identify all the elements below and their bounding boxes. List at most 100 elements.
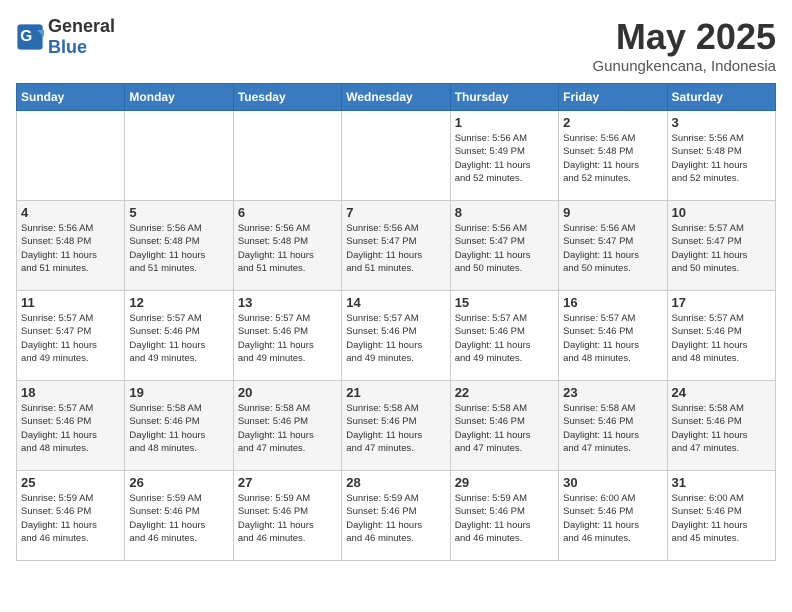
day-number: 30 [563,475,662,490]
day-info: Sunrise: 5:57 AM Sunset: 5:46 PM Dayligh… [346,312,445,365]
day-number: 26 [129,475,228,490]
location-title: Gunungkencana, Indonesia [593,58,776,75]
day-number: 17 [672,295,771,310]
day-info: Sunrise: 5:56 AM Sunset: 5:47 PM Dayligh… [455,222,554,275]
day-number: 10 [672,205,771,220]
day-info: Sunrise: 5:56 AM Sunset: 5:48 PM Dayligh… [21,222,120,275]
day-number: 24 [672,385,771,400]
day-info: Sunrise: 6:00 AM Sunset: 5:46 PM Dayligh… [672,492,771,545]
calendar-cell: 26Sunrise: 5:59 AM Sunset: 5:46 PM Dayli… [125,471,233,561]
day-info: Sunrise: 5:58 AM Sunset: 5:46 PM Dayligh… [129,402,228,455]
calendar-week-row: 18Sunrise: 5:57 AM Sunset: 5:46 PM Dayli… [17,381,776,471]
calendar-week-row: 11 Sunrise: 5:57 AM Sunset: 5:47 PM Dayli… [17,291,776,381]
day-info: Sunrise: 5:57 AM Sunset: 5:46 PM Dayligh… [238,312,337,365]
day-number: 11 [21,295,120,310]
logo-blue: Blue [48,37,87,57]
logo: G General Blue [16,16,115,58]
calendar-cell: 13 Sunrise: 5:57 AM Sunset: 5:46 PM Dayli… [233,291,341,381]
calendar-cell: 10Sunrise: 5:57 AM Sunset: 5:47 PM Dayli… [667,201,775,291]
page-header: G General Blue May 2025 Gunungkencana, I… [16,16,776,75]
calendar-week-row: 1 Sunrise: 5:56 AM Sunset: 5:49 PM Daylig… [17,111,776,201]
day-number: 21 [346,385,445,400]
day-number: 1 [455,115,554,130]
calendar-cell: 5 Sunrise: 5:56 AM Sunset: 5:48 PM Daylig… [125,201,233,291]
calendar-header-row: SundayMondayTuesdayWednesdayThursdayFrid… [17,84,776,111]
calendar-day-header: Friday [559,84,667,111]
calendar-cell: 25 Sunrise: 5:59 AM Sunset: 5:46 PM Dayli… [17,471,125,561]
calendar-cell: 14 Sunrise: 5:57 AM Sunset: 5:46 PM Dayli… [342,291,450,381]
day-number: 14 [346,295,445,310]
day-number: 23 [563,385,662,400]
calendar-cell: 23 Sunrise: 5:58 AM Sunset: 5:46 PM Dayli… [559,381,667,471]
calendar-day-header: Sunday [17,84,125,111]
calendar-cell: 21 Sunrise: 5:58 AM Sunset: 5:46 PM Dayli… [342,381,450,471]
calendar-cell: 24 Sunrise: 5:58 AM Sunset: 5:46 PM Dayli… [667,381,775,471]
day-number: 15 [455,295,554,310]
day-number: 2 [563,115,662,130]
calendar-cell: 29 Sunrise: 5:59 AM Sunset: 5:46 PM Dayli… [450,471,558,561]
day-info: Sunrise: 5:59 AM Sunset: 5:46 PM Dayligh… [238,492,337,545]
day-info: Sunrise: 5:58 AM Sunset: 5:46 PM Dayligh… [238,402,337,455]
day-info: Sunrise: 5:56 AM Sunset: 5:49 PM Dayligh… [455,132,554,185]
calendar-cell: 1 Sunrise: 5:56 AM Sunset: 5:49 PM Daylig… [450,111,558,201]
day-info: Sunrise: 5:59 AM Sunset: 5:46 PM Dayligh… [455,492,554,545]
day-number: 19 [129,385,228,400]
day-info: Sunrise: 5:59 AM Sunset: 5:46 PM Dayligh… [21,492,120,545]
day-info: Sunrise: 5:56 AM Sunset: 5:48 PM Dayligh… [238,222,337,275]
day-number: 31 [672,475,771,490]
day-number: 8 [455,205,554,220]
day-info: Sunrise: 5:57 AM Sunset: 5:46 PM Dayligh… [563,312,662,365]
calendar-day-header: Wednesday [342,84,450,111]
day-info: Sunrise: 5:58 AM Sunset: 5:46 PM Dayligh… [346,402,445,455]
calendar-day-header: Tuesday [233,84,341,111]
day-info: Sunrise: 5:57 AM Sunset: 5:47 PM Dayligh… [21,312,120,365]
calendar-cell: 18Sunrise: 5:57 AM Sunset: 5:46 PM Dayli… [17,381,125,471]
day-info: Sunrise: 6:00 AM Sunset: 5:46 PM Dayligh… [563,492,662,545]
svg-text:G: G [20,28,32,45]
title-block: May 2025 Gunungkencana, Indonesia [593,16,776,75]
day-number: 13 [238,295,337,310]
day-info: Sunrise: 5:56 AM Sunset: 5:48 PM Dayligh… [563,132,662,185]
day-number: 22 [455,385,554,400]
day-info: Sunrise: 5:57 AM Sunset: 5:46 PM Dayligh… [455,312,554,365]
day-number: 29 [455,475,554,490]
logo-icon: G [16,23,44,51]
calendar-cell: 9Sunrise: 5:56 AM Sunset: 5:47 PM Daylig… [559,201,667,291]
day-number: 20 [238,385,337,400]
calendar-week-row: 25 Sunrise: 5:59 AM Sunset: 5:46 PM Dayli… [17,471,776,561]
calendar-cell [233,111,341,201]
calendar-table: SundayMondayTuesdayWednesdayThursdayFrid… [16,83,776,561]
day-number: 6 [238,205,337,220]
calendar-cell [125,111,233,201]
day-info: Sunrise: 5:59 AM Sunset: 5:46 PM Dayligh… [346,492,445,545]
day-info: Sunrise: 5:58 AM Sunset: 5:46 PM Dayligh… [672,402,771,455]
calendar-cell: 11 Sunrise: 5:57 AM Sunset: 5:47 PM Dayli… [17,291,125,381]
day-info: Sunrise: 5:58 AM Sunset: 5:46 PM Dayligh… [563,402,662,455]
day-number: 3 [672,115,771,130]
calendar-week-row: 4 Sunrise: 5:56 AM Sunset: 5:48 PM Daylig… [17,201,776,291]
month-title: May 2025 [593,16,776,58]
calendar-cell: 20 Sunrise: 5:58 AM Sunset: 5:46 PM Dayli… [233,381,341,471]
calendar-cell: 19 Sunrise: 5:58 AM Sunset: 5:46 PM Dayli… [125,381,233,471]
day-info: Sunrise: 5:57 AM Sunset: 5:46 PM Dayligh… [672,312,771,365]
day-number: 9 [563,205,662,220]
calendar-cell: 12 Sunrise: 5:57 AM Sunset: 5:46 PM Dayli… [125,291,233,381]
calendar-day-header: Monday [125,84,233,111]
logo-general: General [48,16,115,36]
day-info: Sunrise: 5:57 AM Sunset: 5:46 PM Dayligh… [129,312,228,365]
day-number: 5 [129,205,228,220]
day-info: Sunrise: 5:56 AM Sunset: 5:48 PM Dayligh… [129,222,228,275]
calendar-day-header: Thursday [450,84,558,111]
day-number: 18 [21,385,120,400]
day-number: 7 [346,205,445,220]
day-number: 4 [21,205,120,220]
calendar-cell: 27 Sunrise: 5:59 AM Sunset: 5:46 PM Dayli… [233,471,341,561]
day-info: Sunrise: 5:58 AM Sunset: 5:46 PM Dayligh… [455,402,554,455]
day-number: 28 [346,475,445,490]
day-number: 12 [129,295,228,310]
calendar-cell: 16Sunrise: 5:57 AM Sunset: 5:46 PM Dayli… [559,291,667,381]
calendar-day-header: Saturday [667,84,775,111]
day-number: 27 [238,475,337,490]
day-info: Sunrise: 5:56 AM Sunset: 5:48 PM Dayligh… [672,132,771,185]
day-number: 25 [21,475,120,490]
